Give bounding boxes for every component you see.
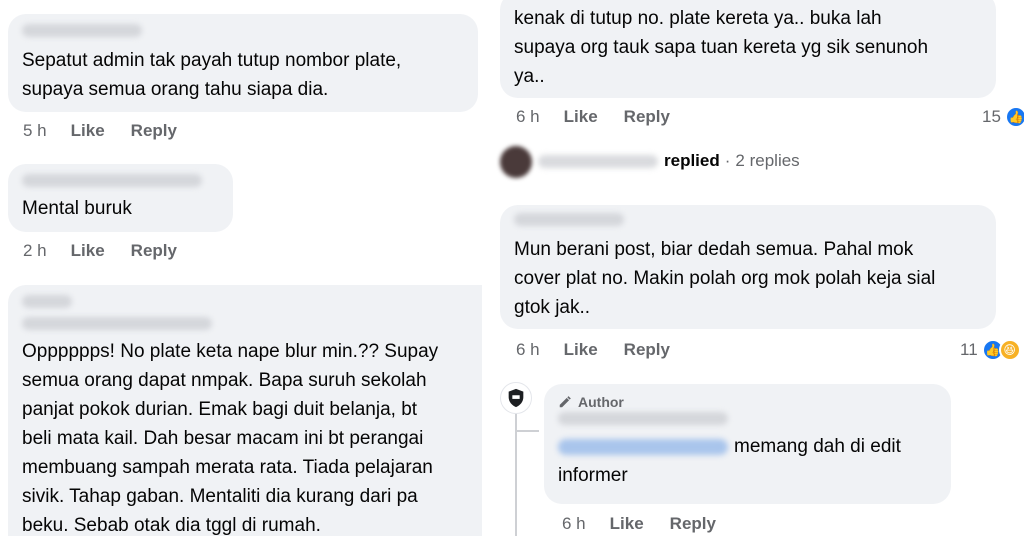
comment-time[interactable]: 6 h	[516, 107, 540, 127]
comment-text: kenak di tutup no. plate kereta ya.. buk…	[514, 8, 929, 87]
reply-text-line2: informer	[558, 465, 628, 486]
comment-actions-4: 6 h Like Reply	[516, 107, 696, 127]
like-button[interactable]: Like	[71, 241, 105, 261]
blurred-author-name	[22, 24, 142, 37]
view-replies-link[interactable]: replied · 2 replies	[538, 151, 800, 171]
like-button[interactable]: Like	[610, 514, 644, 534]
comment-actions-5: 6 h Like Reply	[516, 340, 696, 360]
reply-button[interactable]: Reply	[131, 121, 177, 141]
author-label: Author	[578, 394, 624, 410]
comment-bubble-1: Sepatut admin tak payah tutup nombor pla…	[8, 14, 478, 112]
reaction-count: 15	[982, 107, 1001, 126]
author-reply-text: memang dah di edit	[558, 432, 937, 461]
comment-text: Mental buruk	[22, 198, 132, 219]
reaction-summary-4[interactable]: 15 👍	[982, 106, 1024, 128]
comment-actions-2: 2 h Like Reply	[23, 241, 203, 261]
like-button[interactable]: Like	[71, 121, 105, 141]
separator-dot: ·	[724, 151, 731, 170]
reaction-count: 11	[960, 340, 978, 359]
left-comments-pane: Sepatut admin tak payah tutup nombor pla…	[0, 0, 484, 536]
author-avatar[interactable]	[500, 382, 532, 414]
reply-button[interactable]: Reply	[670, 514, 716, 534]
shield-icon	[508, 388, 524, 408]
comment-text: Sepatut admin tak payah tutup nombor pla…	[22, 50, 402, 100]
reply-button[interactable]: Reply	[624, 107, 670, 127]
like-button[interactable]: Like	[564, 107, 598, 127]
replies-count: 2 replies	[735, 151, 800, 170]
comment-bubble-3: Opppppps! No plate keta nape blur min.??…	[8, 285, 484, 536]
blurred-author-name	[22, 295, 72, 308]
avatar[interactable]	[500, 146, 532, 178]
blurred-author-name	[22, 174, 202, 187]
comment-time[interactable]: 6 h	[562, 514, 586, 534]
reply-button[interactable]: Reply	[131, 241, 177, 261]
blurred-mention[interactable]	[558, 438, 728, 455]
comment-time[interactable]: 5 h	[23, 121, 47, 141]
haha-icon: 😆	[998, 339, 1021, 361]
reply-text-line1: memang dah di edit	[734, 436, 901, 457]
blurred-author-name	[22, 317, 212, 330]
comment-text: Mun berani post, biar dedah semua. Pahal…	[514, 239, 936, 318]
author-badge: Author	[558, 394, 937, 410]
reply-button[interactable]: Reply	[624, 340, 670, 360]
comment-time[interactable]: 6 h	[516, 340, 540, 360]
blurred-author-name	[538, 154, 658, 168]
replied-label: replied	[664, 151, 720, 170]
comment-time[interactable]: 2 h	[23, 241, 47, 261]
comment-bubble-4: kenak di tutup no. plate kereta ya.. buk…	[500, 0, 996, 98]
author-reply-actions: 6 h Like Reply	[562, 514, 742, 534]
pencil-icon	[559, 396, 571, 408]
comment-bubble-2: Mental buruk	[8, 164, 233, 232]
right-comments-pane: kenak di tutup no. plate kereta ya.. buk…	[484, 0, 1024, 536]
thread-line	[515, 430, 539, 432]
author-reply-bubble: Author memang dah di edit informer	[544, 384, 951, 504]
comment-bubble-5: Mun berani post, biar dedah semua. Pahal…	[500, 205, 996, 329]
comment-text: Opppppps! No plate keta nape blur min.??…	[22, 341, 439, 536]
like-button[interactable]: Like	[564, 340, 598, 360]
reaction-summary-5[interactable]: 11 👍 😆	[960, 339, 1021, 361]
blurred-author-name	[514, 213, 624, 226]
comment-actions-1: 5 h Like Reply	[23, 121, 203, 141]
like-icon: 👍	[1004, 106, 1024, 128]
blurred-author-name	[558, 412, 728, 425]
